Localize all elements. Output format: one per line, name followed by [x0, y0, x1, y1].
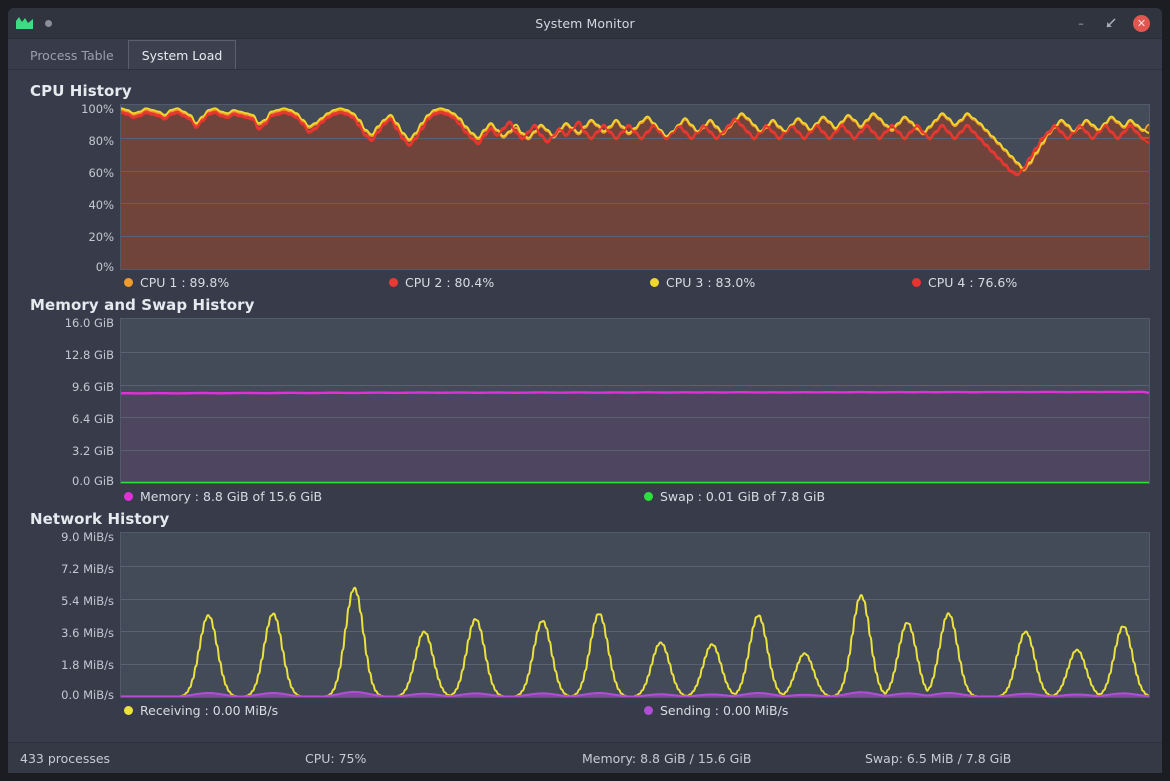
cpu-y-label-0: 0% — [96, 260, 114, 274]
window-title: System Monitor — [8, 16, 1162, 31]
window-controls: – ✕ — [1073, 15, 1162, 32]
cpu-history-title: CPU History — [30, 82, 1150, 100]
memory-y-label-9-6: 9.6 GiB — [72, 380, 114, 394]
system-monitor-icon — [16, 16, 33, 30]
memory-color-dot — [124, 492, 133, 501]
cpu-y-axis: 100% 80% 60% 40% 20% 0% — [20, 104, 120, 270]
status-memory: Memory: 8.8 GiB / 15.6 GiB — [582, 751, 865, 766]
title-bar-left — [8, 16, 52, 30]
cpu-legend: CPU 1 : 89.8% CPU 2 : 80.4% CPU 3 : 83.0… — [124, 275, 1150, 290]
memory-y-axis: 16.0 GiB 12.8 GiB 9.6 GiB 6.4 GiB 3.2 Gi… — [20, 318, 120, 484]
receiving-legend-label: Receiving : 0.00 MiB/s — [140, 703, 278, 718]
tab-process-table[interactable]: Process Table — [16, 40, 128, 69]
network-y-axis: 9.0 MiB/s 7.2 MiB/s 5.4 MiB/s 3.6 MiB/s … — [20, 532, 120, 698]
sending-legend-item: Sending : 0.00 MiB/s — [644, 703, 788, 718]
cpu3-color-dot — [650, 278, 659, 287]
network-history-title: Network History — [30, 510, 1150, 528]
cpu-y-label-20: 20% — [88, 230, 114, 244]
cpu-history-section: CPU History 100% 80% 60% 40% 20% 0% CPU … — [20, 76, 1150, 290]
memory-y-label-12-8: 12.8 GiB — [65, 348, 114, 362]
network-y-label-3-6: 3.6 MiB/s — [61, 626, 114, 640]
memory-y-label-16: 16.0 GiB — [65, 316, 114, 330]
memory-graph-row: 16.0 GiB 12.8 GiB 9.6 GiB 6.4 GiB 3.2 Gi… — [20, 318, 1150, 484]
memory-legend-label: Memory : 8.8 GiB of 15.6 GiB — [140, 489, 322, 504]
maximize-button[interactable] — [1103, 15, 1119, 31]
network-y-label-5-4: 5.4 MiB/s — [61, 594, 114, 608]
cpu-history-plot — [120, 104, 1150, 270]
cpu-y-label-60: 60% — [88, 166, 114, 180]
close-button[interactable]: ✕ — [1133, 15, 1150, 32]
title-bar-dot — [45, 20, 52, 27]
memory-history-section: Memory and Swap History 16.0 GiB 12.8 Gi… — [20, 290, 1150, 504]
cpu4-color-dot — [912, 278, 921, 287]
memory-y-label-6-4: 6.4 GiB — [72, 412, 114, 426]
receiving-color-dot — [124, 706, 133, 715]
cpu-legend-item-1: CPU 1 : 89.8% — [124, 275, 389, 290]
cpu2-color-dot — [389, 278, 398, 287]
cpu-y-label-100: 100% — [81, 102, 114, 116]
status-cpu: CPU: 75% — [305, 751, 582, 766]
status-processes: 433 processes — [20, 751, 305, 766]
cpu4-legend-label: CPU 4 : 76.6% — [928, 275, 1017, 290]
system-load-content: CPU History 100% 80% 60% 40% 20% 0% CPU … — [8, 70, 1162, 742]
cpu-y-label-40: 40% — [88, 198, 114, 212]
cpu-graph-row: 100% 80% 60% 40% 20% 0% — [20, 104, 1150, 270]
network-y-label-9: 9.0 MiB/s — [61, 530, 114, 544]
swap-color-dot — [644, 492, 653, 501]
memory-history-title: Memory and Swap History — [30, 296, 1150, 314]
cpu2-legend-label: CPU 2 : 80.4% — [405, 275, 494, 290]
memory-history-plot — [120, 318, 1150, 484]
minimize-button[interactable]: – — [1073, 15, 1089, 31]
cpu-legend-item-2: CPU 2 : 80.4% — [389, 275, 650, 290]
title-bar: System Monitor – ✕ — [8, 8, 1162, 39]
network-legend: Receiving : 0.00 MiB/s Sending : 0.00 Mi… — [124, 703, 1150, 718]
swap-legend-label: Swap : 0.01 GiB of 7.8 GiB — [660, 489, 825, 504]
cpu-legend-item-3: CPU 3 : 83.0% — [650, 275, 912, 290]
network-graph-row: 9.0 MiB/s 7.2 MiB/s 5.4 MiB/s 3.6 MiB/s … — [20, 532, 1150, 698]
memory-legend-item: Memory : 8.8 GiB of 15.6 GiB — [124, 489, 644, 504]
cpu1-legend-label: CPU 1 : 89.8% — [140, 275, 229, 290]
memory-legend: Memory : 8.8 GiB of 15.6 GiB Swap : 0.01… — [124, 489, 1150, 504]
cpu1-color-dot — [124, 278, 133, 287]
system-monitor-window: System Monitor – ✕ Process Table System … — [8, 8, 1162, 773]
receiving-legend-item: Receiving : 0.00 MiB/s — [124, 703, 644, 718]
memory-y-label-3-2: 3.2 GiB — [72, 444, 114, 458]
network-history-section: Network History 9.0 MiB/s 7.2 MiB/s 5.4 … — [20, 504, 1150, 718]
network-history-plot — [120, 532, 1150, 698]
cpu-y-label-80: 80% — [88, 134, 114, 148]
sending-legend-label: Sending : 0.00 MiB/s — [660, 703, 788, 718]
status-swap: Swap: 6.5 MiB / 7.8 GiB — [865, 751, 1011, 766]
network-y-label-0: 0.0 MiB/s — [61, 688, 114, 702]
network-y-label-7-2: 7.2 MiB/s — [61, 562, 114, 576]
status-bar: 433 processes CPU: 75% Memory: 8.8 GiB /… — [8, 742, 1162, 773]
tab-bar: Process Table System Load — [8, 39, 1162, 70]
sending-color-dot — [644, 706, 653, 715]
cpu3-legend-label: CPU 3 : 83.0% — [666, 275, 755, 290]
network-y-label-1-8: 1.8 MiB/s — [61, 658, 114, 672]
swap-legend-item: Swap : 0.01 GiB of 7.8 GiB — [644, 489, 825, 504]
cpu-legend-item-4: CPU 4 : 76.6% — [912, 275, 1017, 290]
memory-y-label-0: 0.0 GiB — [72, 474, 114, 488]
tab-system-load[interactable]: System Load — [128, 40, 237, 69]
